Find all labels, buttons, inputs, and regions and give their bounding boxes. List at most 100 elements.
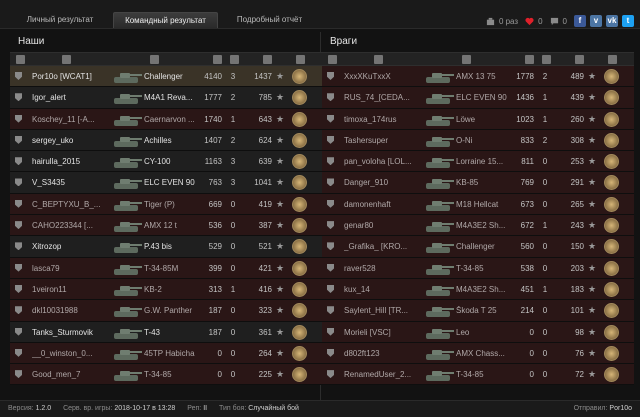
medal-icon[interactable] [292, 132, 307, 148]
player-name[interactable]: lasca79 [32, 264, 108, 273]
player-name[interactable]: V_S3435 [32, 178, 108, 187]
player-name[interactable]: genar80 [344, 221, 420, 230]
player-row[interactable]: lasca79 T-34-85M 399 0 421 ★ [10, 257, 322, 279]
medal-icon[interactable] [604, 90, 619, 106]
player-row[interactable]: Por10o [WCAT1] Challenger 4140 3 1437 ★ [10, 66, 322, 88]
player-row[interactable]: sergey_uko Achilles 1407 2 624 ★ [10, 129, 322, 152]
player-row[interactable]: XxxXKuTxxX AMX 13 75 1778 2 489 ★ [322, 66, 634, 88]
player-row[interactable]: Xitrozop P.43 bis 529 0 521 ★ [10, 236, 322, 258]
player-row[interactable]: C_BEPTYXU_B_... Tiger (P) 669 0 419 ★ [10, 193, 322, 216]
player-row[interactable]: V_S3435 ELC EVEN 90 763 3 1041 ★ [10, 172, 322, 194]
tab-team-result[interactable]: Командный результат [113, 12, 218, 28]
medal-column-icon[interactable] [608, 55, 617, 64]
player-row[interactable]: 1veiron11 KB-2 313 1 416 ★ [10, 278, 322, 301]
medal-icon[interactable] [292, 345, 307, 361]
medal-icon[interactable] [604, 239, 619, 255]
medal-icon[interactable] [292, 367, 307, 383]
medal-icon[interactable] [604, 132, 619, 148]
player-row[interactable]: genar80 M4A3E2 Sh... 672 1 243 ★ [322, 215, 634, 237]
player-name[interactable]: XxxXKuTxxX [344, 72, 420, 81]
player-row[interactable]: Good_men_7 T-34-85 0 0 225 ★ [10, 364, 322, 386]
medal-icon[interactable] [292, 90, 307, 106]
player-row[interactable]: Koschey_11 [-A... Caernarvon ... 1740 1 643 ★ [10, 108, 322, 130]
player-row[interactable]: dkl10031988 G.W. Panther 187 0 323 ★ [10, 300, 322, 322]
medal-icon[interactable] [604, 324, 619, 340]
player-name[interactable]: Tanks_Sturmovik [32, 328, 108, 337]
player-name[interactable]: RenamedUser_2... [344, 370, 420, 379]
player-name[interactable]: __0_winston_0... [32, 349, 108, 358]
player-row[interactable]: kux_14 M4A3E2 Sh... 451 1 183 ★ [322, 278, 634, 301]
damage-column-icon[interactable] [525, 55, 534, 64]
player-name[interactable]: Danger_910 [344, 178, 420, 187]
twitter-share-button[interactable]: t [622, 15, 634, 27]
player-name[interactable]: Morieli [VSC] [344, 328, 420, 337]
player-column-icon[interactable] [374, 55, 383, 64]
platoon-column-icon[interactable] [328, 55, 337, 64]
medal-icon[interactable] [292, 281, 307, 297]
player-row[interactable]: Morieli [VSC] Leo 0 0 98 ★ [322, 321, 634, 343]
frags-column-icon[interactable] [542, 55, 551, 64]
player-name[interactable]: timoxa_174rus [344, 115, 420, 124]
player-row[interactable]: RenamedUser_2... T-34-85 0 0 72 ★ [322, 364, 634, 386]
medal-icon[interactable] [604, 175, 619, 191]
medal-icon[interactable] [292, 175, 307, 191]
medal-icon[interactable] [604, 281, 619, 297]
frags-column-icon[interactable] [230, 55, 239, 64]
player-row[interactable]: Tanks_Sturmovik T-43 187 0 361 ★ [10, 321, 322, 343]
player-row[interactable]: CAHO223344 [... AMX 12 t 536 0 387 ★ [10, 215, 322, 237]
player-row[interactable]: d802ft123 AMX Chass... 0 0 76 ★ [322, 342, 634, 365]
medal-icon[interactable] [292, 239, 307, 255]
player-name[interactable]: kux_14 [344, 285, 420, 294]
platoon-column-icon[interactable] [16, 55, 25, 64]
medal-icon[interactable] [604, 345, 619, 361]
vk-share-button[interactable]: v [590, 15, 602, 27]
vk-alt-share-button[interactable]: vk [606, 15, 618, 27]
player-name[interactable]: _Grafika_ [KRO... [344, 242, 420, 251]
medal-icon[interactable] [604, 303, 619, 319]
medal-icon[interactable] [604, 154, 619, 170]
player-name[interactable]: Koschey_11 [-A... [32, 115, 108, 124]
player-row[interactable]: pan_voloha [LOL... Lorraine 15... 811 0 253 ★ [322, 151, 634, 173]
player-name[interactable]: C_BEPTYXU_B_... [32, 200, 108, 209]
player-name[interactable]: Igor_alert [32, 93, 108, 102]
player-row[interactable]: __0_winston_0... 45TP Habicha 0 0 264 ★ [10, 342, 322, 365]
medal-icon[interactable] [292, 303, 307, 319]
player-row[interactable]: RUS_74_[CEDA... ELC EVEN 90 1436 1 439 ★ [322, 87, 634, 109]
player-name[interactable]: 1veiron11 [32, 285, 108, 294]
medal-icon[interactable] [292, 260, 307, 276]
facebook-share-button[interactable]: f [574, 15, 586, 27]
xp-column-icon[interactable] [263, 55, 272, 64]
vehicle-column-icon[interactable] [150, 55, 159, 64]
player-name[interactable]: Saylent_Hill [TR... [344, 306, 420, 315]
comment-icon[interactable] [550, 17, 559, 26]
medal-icon[interactable] [292, 69, 307, 84]
medal-icon[interactable] [604, 111, 619, 127]
player-name[interactable]: d802ft123 [344, 349, 420, 358]
player-row[interactable]: Igor_alert M4A1 Reva... 1777 2 785 ★ [10, 87, 322, 109]
player-name[interactable]: raver528 [344, 264, 420, 273]
player-row[interactable]: damonenhaft M18 Hellcat 673 0 265 ★ [322, 193, 634, 216]
player-row[interactable]: hairulla_2015 CY-100 1163 3 639 ★ [10, 151, 322, 173]
player-column-icon[interactable] [62, 55, 71, 64]
player-row[interactable]: Danger_910 KB-85 769 0 291 ★ [322, 172, 634, 194]
player-name[interactable]: sergey_uko [32, 136, 108, 145]
medal-icon[interactable] [292, 154, 307, 170]
tab-personal-result[interactable]: Личный результат [10, 12, 110, 28]
medal-icon[interactable] [604, 69, 619, 84]
medal-icon[interactable] [604, 367, 619, 383]
player-name[interactable]: CAHO223344 [... [32, 221, 108, 230]
player-name[interactable]: damonenhaft [344, 200, 420, 209]
medal-icon[interactable] [604, 218, 619, 234]
medal-icon[interactable] [604, 196, 619, 212]
damage-column-icon[interactable] [213, 55, 222, 64]
medal-icon[interactable] [292, 196, 307, 212]
player-name[interactable]: hairulla_2015 [32, 157, 108, 166]
player-row[interactable]: raver528 T-34-85 538 0 203 ★ [322, 257, 634, 279]
xp-column-icon[interactable] [575, 55, 584, 64]
medal-icon[interactable] [604, 260, 619, 276]
player-name[interactable]: Tashersuper [344, 136, 420, 145]
player-name[interactable]: dkl10031988 [32, 306, 108, 315]
player-name[interactable]: Good_men_7 [32, 370, 108, 379]
vehicle-column-icon[interactable] [462, 55, 471, 64]
heart-icon[interactable] [525, 17, 534, 26]
